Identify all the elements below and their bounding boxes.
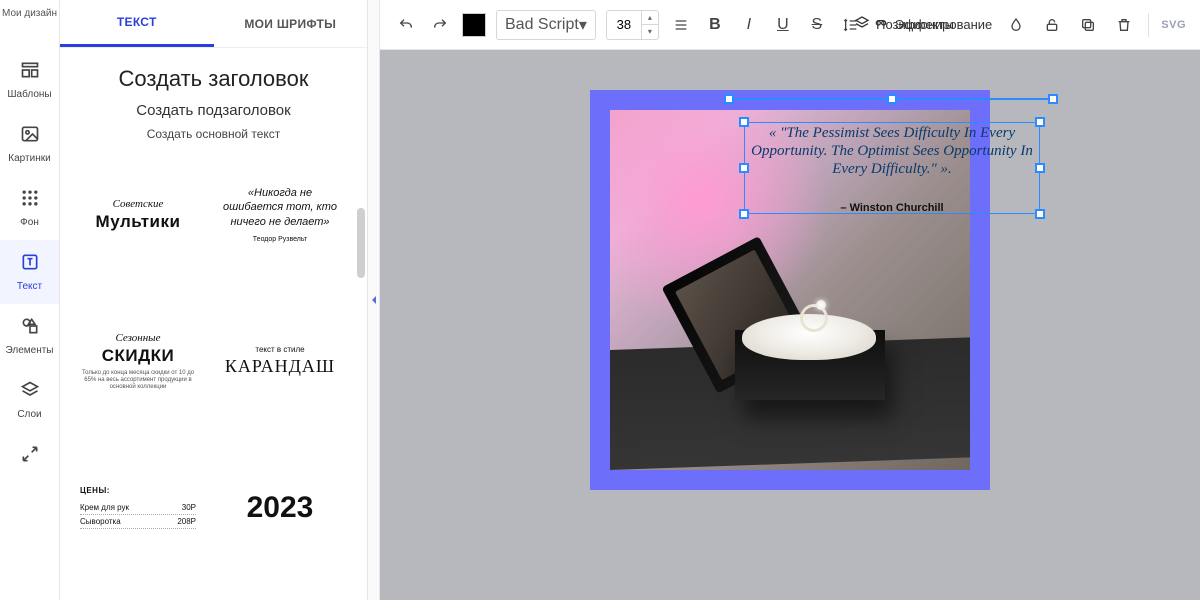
font-size-stepper[interactable]: ▴ ▾	[606, 10, 659, 40]
create-body[interactable]: Создать основной текст	[70, 127, 357, 141]
selection-handle[interactable]	[724, 94, 734, 104]
create-text-block: Создать заголовок Создать подзаголовок С…	[60, 48, 367, 155]
divider	[1148, 13, 1149, 37]
preset-grid: Советские Мультики «Никогда не ошибается…	[60, 155, 367, 600]
duplicate-button[interactable]	[1076, 13, 1100, 37]
preset-skidki[interactable]: Сезонные СКИДКИ Только до конца месяца с…	[74, 301, 202, 421]
preset-quote[interactable]: «Никогда не ошибается тот, кто ничего не…	[216, 155, 344, 275]
tab-my-fonts[interactable]: МОИ ШРИФТЫ	[214, 0, 368, 47]
delete-button[interactable]	[1112, 13, 1136, 37]
preset-line1: текст в стиле	[255, 345, 304, 354]
rail-label: Фон	[20, 217, 39, 228]
svg-export-button[interactable]: SVG	[1161, 19, 1186, 31]
rail-item-templates[interactable]: Шаблоны	[0, 48, 59, 112]
selection-handle[interactable]	[1035, 209, 1045, 219]
image-icon	[20, 124, 40, 147]
rail-item-resize[interactable]	[0, 432, 59, 479]
layers-icon	[854, 15, 870, 34]
templates-icon	[20, 60, 40, 83]
preset-line1: Советские	[113, 198, 164, 210]
rail-item-text[interactable]: Текст	[0, 240, 59, 304]
rail-label: Слои	[17, 409, 41, 420]
preset-line2: СКИДКИ	[102, 346, 175, 366]
selection-handle[interactable]	[1035, 163, 1045, 173]
rail-label: Картинки	[8, 153, 50, 164]
scroll-thumb[interactable]	[357, 208, 365, 278]
resize-icon	[20, 444, 40, 467]
shapes-icon	[20, 316, 40, 339]
size-down[interactable]: ▾	[642, 25, 658, 39]
text-color-swatch[interactable]	[462, 13, 486, 37]
size-up[interactable]: ▴	[642, 11, 658, 26]
rail-item-images[interactable]: Картинки	[0, 112, 59, 176]
font-family-select[interactable]: Bad Script ▾	[496, 10, 596, 40]
font-family-value: Bad Script	[505, 16, 579, 34]
breadcrumb: Мои дизайн	[2, 8, 57, 19]
preset-quote-author: Теодор Рузвельт	[253, 235, 307, 244]
rail-item-layers[interactable]: Слои	[0, 368, 59, 432]
lock-button[interactable]	[1040, 13, 1064, 37]
rail-label: Текст	[17, 281, 42, 292]
opacity-button[interactable]	[1004, 13, 1028, 37]
text-icon	[20, 252, 40, 275]
strike-button[interactable]: S	[805, 13, 829, 37]
position-button[interactable]: Позиционирование	[854, 15, 992, 34]
grid-icon	[20, 188, 40, 211]
underline-button[interactable]: U	[771, 13, 795, 37]
canvas-quote-text[interactable]: « "The Pessimist Sees Difficulty In Ever…	[748, 124, 1036, 178]
rail-item-elements[interactable]: Элементы	[0, 304, 59, 368]
layers-icon	[20, 380, 40, 403]
price-name: Сыворотка	[80, 517, 121, 526]
price-name: Крем для рук	[80, 503, 129, 512]
position-label: Позиционирование	[876, 17, 992, 32]
preset-line1: Сезонные	[115, 332, 160, 344]
rail-label: Элементы	[6, 345, 54, 356]
selection-handle[interactable]	[1035, 117, 1045, 127]
undo-button[interactable]	[394, 13, 418, 37]
align-button[interactable]	[669, 13, 693, 37]
canvas-stage[interactable]: « "The Pessimist Sees Difficulty In Ever…	[380, 50, 1200, 600]
canvas-quote-author[interactable]: – Winston Churchill	[748, 202, 1036, 214]
rail-label: Шаблоны	[7, 89, 51, 100]
text-toolbar: Bad Script ▾ ▴ ▾ B I U S Эффекты	[380, 0, 1200, 50]
preset-prices[interactable]: ЦЕНЫ: Крем для рук 30Р Сыворотка 208Р	[74, 448, 202, 568]
font-size-input[interactable]	[607, 17, 641, 32]
preset-prices-header: ЦЕНЫ:	[80, 486, 110, 495]
redo-button[interactable]	[428, 13, 452, 37]
preset-line2: Мультики	[96, 212, 181, 232]
preset-line2: КАРАНДАШ	[225, 356, 335, 377]
create-heading[interactable]: Создать заголовок	[70, 66, 357, 92]
rail-item-background[interactable]: Фон	[0, 176, 59, 240]
preset-multiki[interactable]: Советские Мультики	[74, 155, 202, 275]
selection-handle[interactable]	[1048, 94, 1058, 104]
preset-quote-text: «Никогда не ошибается тот, кто ничего не…	[222, 186, 338, 229]
create-subheading[interactable]: Создать подзаголовок	[70, 102, 357, 119]
preset-year[interactable]: 2023	[216, 448, 344, 568]
tab-text[interactable]: ТЕКСТ	[60, 0, 214, 47]
price-val: 208Р	[177, 517, 196, 526]
side-panel: ТЕКСТ МОИ ШРИФТЫ Создать заголовок Созда…	[60, 0, 368, 600]
tool-rail: Шаблоны Картинки Фон Текст Элементы Слои	[0, 0, 60, 600]
collapse-panel-button[interactable]	[368, 0, 380, 600]
panel-scrollbar[interactable]	[356, 48, 366, 600]
chevron-down-icon: ▾	[579, 15, 587, 35]
selection-handle[interactable]	[887, 94, 897, 104]
italic-button[interactable]: I	[737, 13, 761, 37]
selection-guide	[728, 98, 1054, 100]
preset-caption: Только до конца месяца скидки от 10 до 6…	[80, 370, 196, 392]
stage-wrap: Bad Script ▾ ▴ ▾ B I U S Эффекты	[380, 0, 1200, 600]
preset-karandash[interactable]: текст в стиле КАРАНДАШ	[216, 301, 344, 421]
bold-button[interactable]: B	[703, 13, 727, 37]
panel-tabs: ТЕКСТ МОИ ШРИФТЫ	[60, 0, 367, 48]
price-val: 30Р	[182, 503, 196, 512]
